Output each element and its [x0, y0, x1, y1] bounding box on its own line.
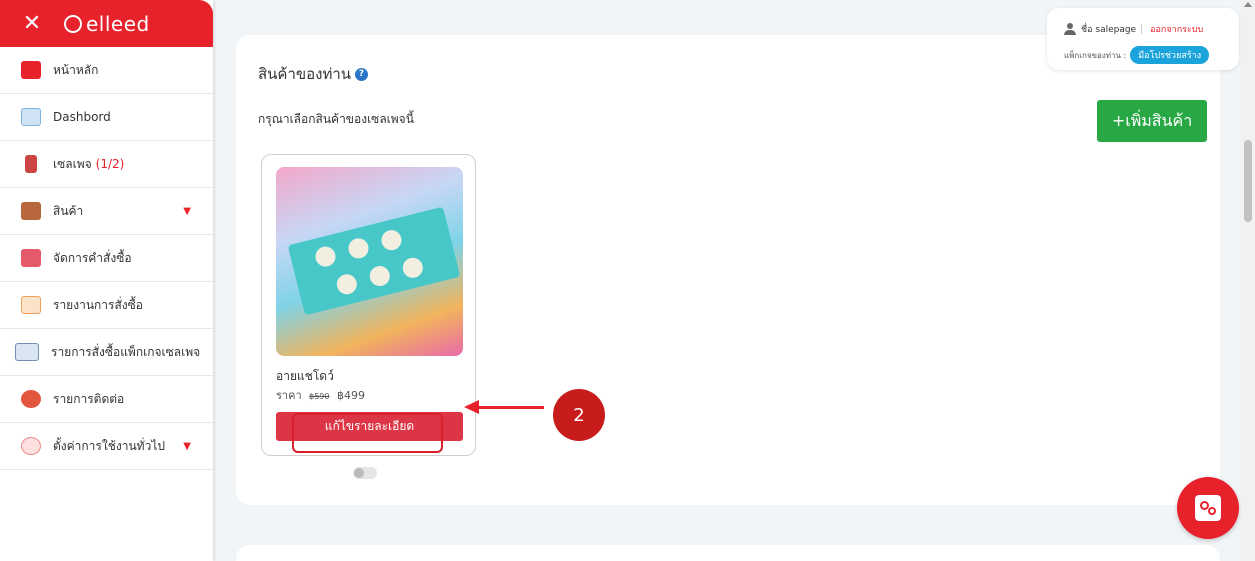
contact-icon: [21, 390, 41, 408]
order-icon: [21, 249, 41, 267]
annotation-arrow-line: [478, 406, 544, 409]
sidebar-item-package-orders[interactable]: รายการสั่งซื้อแพ็กเกจเซลเพจ: [0, 329, 213, 376]
gears-icon: [1195, 495, 1221, 521]
palette-pan: [313, 244, 338, 269]
dashboard-icon: [21, 108, 41, 126]
sidebar-item-label: รายการติดต่อ: [53, 391, 125, 406]
logo-text: elleed: [86, 11, 150, 36]
palette-pan: [334, 272, 359, 297]
logo[interactable]: elleed: [64, 12, 150, 36]
sidebar-item-label: หน้าหลัก: [53, 62, 99, 77]
sidebar-item-dashboard[interactable]: Dashbord: [0, 94, 213, 141]
toggle-knob: [354, 468, 364, 478]
laptop-icon: [15, 343, 39, 361]
annotation-highlight-box: [292, 413, 443, 453]
sidebar-item-label: รายงานการสั่งซื้อ: [53, 297, 143, 312]
close-icon[interactable]: ✕: [0, 11, 64, 36]
package-row: แพ็กเกจของท่าน : มือโปรช่วยสร้าง: [1064, 46, 1210, 64]
palette-pan: [400, 255, 425, 280]
sidebar-item-label: เซลเพจ: [53, 156, 92, 171]
salepage-count: (1/2): [95, 157, 125, 171]
user-row: ชื่อ salepage ออกจากระบบ: [1064, 22, 1203, 36]
gear-icon: [1208, 507, 1216, 515]
original-price: ฿590: [309, 392, 330, 401]
sidebar-item-label: Dashbord: [53, 110, 111, 124]
page-title: สินค้าของท่าน?: [258, 62, 369, 86]
home-icon: [21, 61, 41, 79]
sidebar-item-general-settings[interactable]: ตั้งค่าการใช้งานทั่วไป ▼: [0, 423, 213, 470]
sidebar-item-orders[interactable]: จัดการคำสั่งซื้อ: [0, 235, 213, 282]
sidebar-item-label: ตั้งค่าการใช้งานทั่วไป: [53, 438, 165, 453]
user-panel: ชื่อ salepage ออกจากระบบ แพ็กเกจของท่าน …: [1047, 8, 1239, 70]
package-label: แพ็กเกจของท่าน :: [1064, 50, 1127, 60]
scrollbar[interactable]: [1241, 0, 1255, 561]
salepage-icon: [25, 155, 37, 173]
sidebar-item-products[interactable]: สินค้า ▼: [0, 188, 213, 235]
sidebar-header: ✕ elleed: [0, 0, 213, 47]
product-name: อายแชโดว์: [276, 369, 334, 383]
package-badge[interactable]: มือโปรช่วยสร้าง: [1130, 46, 1210, 64]
logout-link[interactable]: ออกจากระบบ: [1150, 22, 1203, 36]
sidebar-item-order-report[interactable]: รายงานการสั่งซื้อ: [0, 282, 213, 329]
palette-pan: [367, 263, 392, 289]
scroll-thumb[interactable]: [1244, 140, 1252, 222]
help-icon[interactable]: ?: [355, 68, 369, 81]
chevron-down-icon[interactable]: ▼: [183, 206, 191, 217]
sidebar-item-label: รายการสั่งซื้อแพ็กเกจเซลเพจ: [51, 344, 201, 359]
product-price: ราคา ฿590 ฿499: [276, 386, 365, 404]
floating-settings-button[interactable]: [1177, 477, 1239, 539]
price-label: ราคา: [276, 389, 302, 402]
report-icon: [21, 296, 41, 314]
chevron-down-icon[interactable]: ▼: [183, 441, 191, 452]
salepage-name: ชื่อ salepage: [1081, 25, 1137, 35]
annotation-step-badge: 2: [553, 389, 605, 441]
page-subtitle: กรุณาเลือกสินค้าของเซลเพจนี้: [258, 112, 414, 126]
scroll-up-icon[interactable]: [1244, 2, 1252, 7]
product-toggle[interactable]: [353, 467, 377, 479]
logo-mark-icon: [64, 14, 82, 33]
sidebar-item-salepage[interactable]: เซลเพจ (1/2): [0, 141, 213, 188]
sidebar: ✕ elleed หน้าหลัก Dashbord เซลเพจ (1/2) …: [0, 0, 213, 561]
add-product-button[interactable]: +เพิ่มสินค้า: [1097, 100, 1207, 142]
sale-price: ฿499: [336, 389, 365, 402]
eyeshadow-palette-graphic: [287, 206, 461, 316]
product-card: อายแชโดว์ ราคา ฿590 ฿499 แก้ไขรายละเอียด: [261, 154, 476, 456]
settings-icon: [21, 437, 41, 455]
user-icon: [1064, 23, 1076, 35]
palette-pan: [346, 236, 371, 261]
sidebar-item-label: สินค้า: [53, 203, 84, 218]
product-image[interactable]: [276, 167, 463, 356]
arrow-left-icon: [464, 400, 479, 414]
sidebar-item-contacts[interactable]: รายการติดต่อ: [0, 376, 213, 423]
sidebar-item-home[interactable]: หน้าหลัก: [0, 47, 213, 94]
next-section-card: [236, 545, 1220, 561]
sidebar-item-label: จัดการคำสั่งซื้อ: [53, 250, 132, 265]
palette-pan: [379, 228, 404, 253]
divider: [1141, 24, 1143, 34]
product-icon: [21, 202, 41, 220]
page-title-text: สินค้าของท่าน: [258, 65, 352, 83]
